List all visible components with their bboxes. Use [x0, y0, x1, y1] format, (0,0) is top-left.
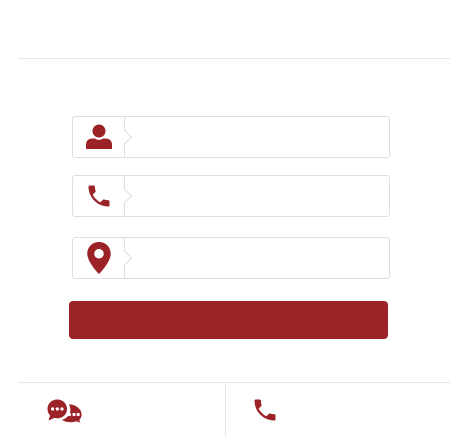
- location-field-icon-box: [73, 238, 125, 278]
- name-field: [72, 116, 390, 158]
- location-input[interactable]: [135, 244, 379, 274]
- location-pin-icon: [86, 242, 111, 274]
- phone-field: [72, 175, 390, 217]
- phone-input[interactable]: [135, 182, 379, 212]
- user-icon: [85, 124, 112, 149]
- chat-bubbles-icon: [47, 399, 82, 423]
- name-field-icon-box: [73, 117, 125, 157]
- location-field: [72, 237, 390, 279]
- chat-button[interactable]: [18, 383, 225, 437]
- name-input[interactable]: [135, 123, 379, 153]
- call-button[interactable]: [226, 383, 450, 437]
- page: [0, 0, 467, 437]
- submit-button[interactable]: [69, 301, 388, 339]
- phone-icon: [254, 399, 276, 421]
- phone-field-icon-box: [73, 176, 125, 216]
- top-divider: [18, 58, 450, 59]
- phone-icon: [88, 185, 109, 207]
